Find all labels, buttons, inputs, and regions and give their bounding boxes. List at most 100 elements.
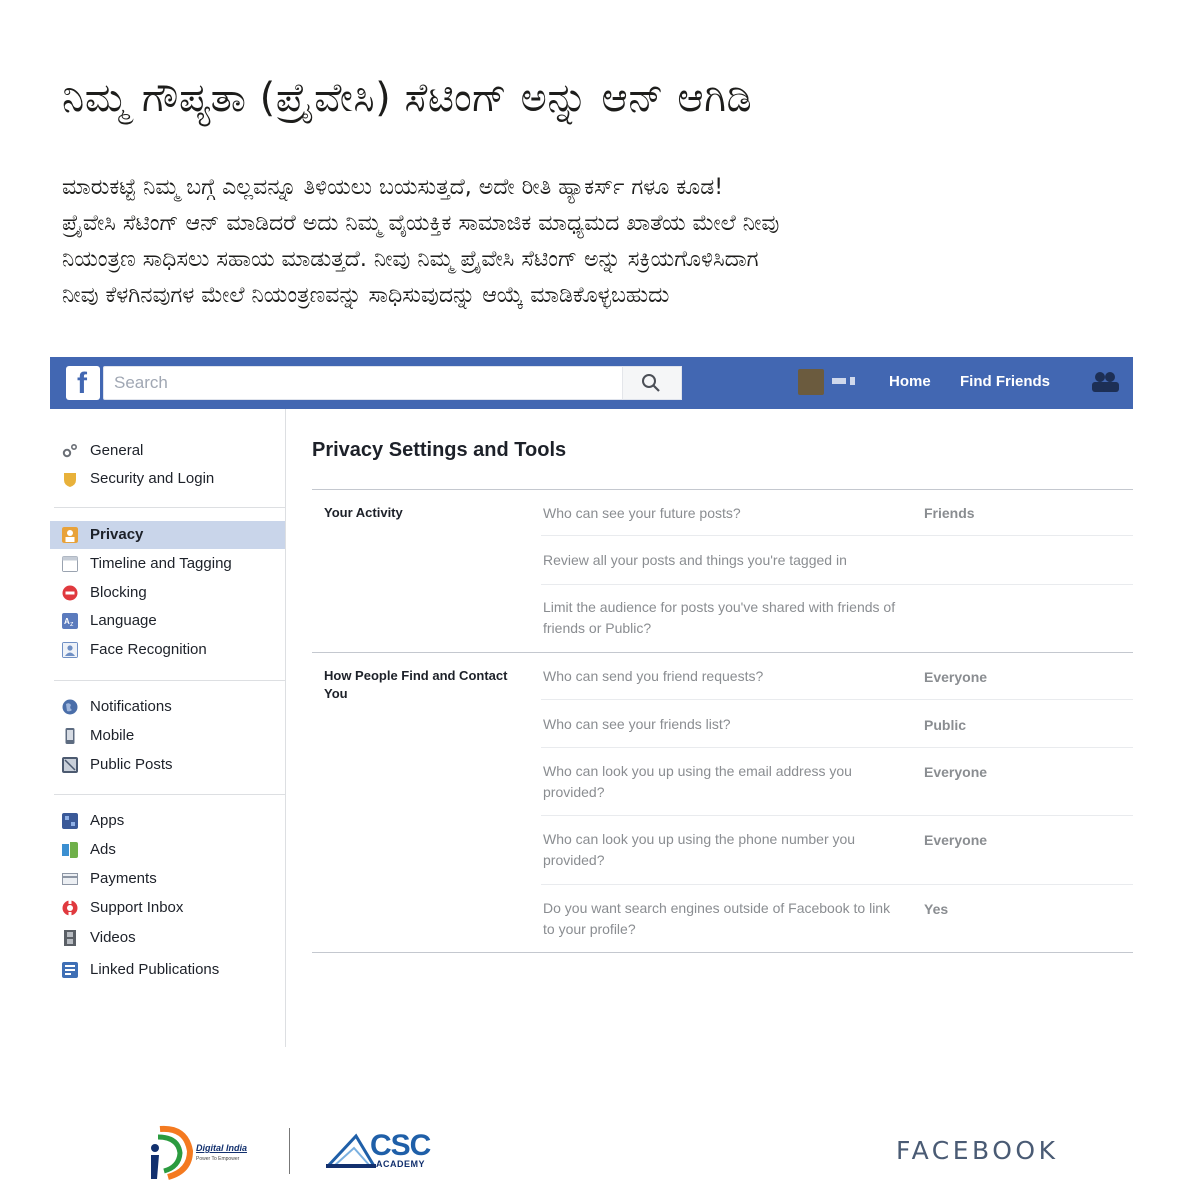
sidebar-item-support-inbox[interactable]: Support Inbox xyxy=(50,894,285,922)
sidebar-item-apps[interactable]: Apps xyxy=(50,807,285,835)
shield-icon xyxy=(64,473,76,487)
setting-value[interactable]: Everyone xyxy=(924,762,987,783)
setting-question[interactable]: Do you want search engines outside of Fa… xyxy=(543,898,898,940)
setting-value[interactable]: Public xyxy=(924,715,966,736)
setting-value[interactable]: Everyone xyxy=(924,667,987,688)
setting-value[interactable]: Yes xyxy=(924,899,948,920)
privacy-settings-panel: Privacy Settings and Tools Your Activity… xyxy=(312,409,1133,1009)
svg-text:z: z xyxy=(70,621,74,628)
mobile-icon xyxy=(65,728,75,744)
facebook-top-bar: f Search Home Find Friends xyxy=(50,357,1133,409)
facebook-logo-letter: f xyxy=(77,367,87,400)
facebook-logo[interactable]: f xyxy=(66,366,100,400)
setting-question[interactable]: Review all your posts and things you're … xyxy=(543,550,898,571)
row-divider xyxy=(541,584,1133,585)
sidebar-item-linked-publications[interactable]: Linked Publications xyxy=(50,956,285,984)
intro-paragraph: ಮಾರುಕಟ್ಟೆ ನಿಮ್ಮ ಬಗ್ಗೆ ಎಲ್ಲವನ್ನೂ ತಿಳಿಯಲು … xyxy=(62,170,1152,314)
digital-india-emblem xyxy=(151,1125,194,1180)
language-icon: A z xyxy=(62,613,78,629)
digital-india-tagline: Power To Empower xyxy=(196,1156,240,1162)
privacy-lock-icon xyxy=(62,527,78,543)
block-icon xyxy=(62,585,78,601)
sidebar-item-public-posts[interactable]: Public Posts xyxy=(50,751,285,779)
sidebar-item-label: Privacy xyxy=(90,526,144,543)
section-divider xyxy=(312,652,1133,653)
globe-icon xyxy=(62,699,78,715)
search-box[interactable]: Search xyxy=(103,366,682,400)
row-divider xyxy=(541,535,1133,536)
intro-line: ನೀವು ಕೆಳಗಿನವುಗಳ ಮೇಲೆ ನಿಯಂತ್ರಣವನ್ನು ಸಾಧಿಸ… xyxy=(62,283,670,308)
nav-find-friends[interactable]: Find Friends xyxy=(960,371,1050,393)
friend-requests-icon[interactable] xyxy=(1090,370,1120,394)
sidebar-item-ads[interactable]: Ads xyxy=(50,836,285,864)
face-recognition-icon xyxy=(62,642,78,658)
setting-question[interactable]: Who can look you up using the phone numb… xyxy=(543,829,898,871)
section-divider xyxy=(312,952,1133,953)
setting-question[interactable]: Who can send you friend requests? xyxy=(543,666,898,687)
apps-icon xyxy=(62,813,78,829)
setting-question[interactable]: Who can see your friends list? xyxy=(543,714,898,735)
csc-emblem xyxy=(326,1133,376,1168)
sidebar-divider xyxy=(54,680,285,681)
setting-question[interactable]: Limit the audience for posts you've shar… xyxy=(543,597,898,639)
sidebar-item-security-and-login[interactable]: Security and Login xyxy=(50,465,285,493)
sidebar-item-timeline-and-tagging[interactable]: Timeline and Tagging xyxy=(50,550,285,578)
sidebar-item-notifications[interactable]: Notifications xyxy=(50,693,285,721)
setting-value[interactable]: Everyone xyxy=(924,830,987,851)
section-title-how-people-find-you: How People Find and Contact You xyxy=(324,668,508,701)
digital-india-name: Digital India xyxy=(196,1143,248,1153)
page-headline: ನಿಮ್ಮ ಗೌಪ್ಯತಾ (ಪ್ರೈವೇಸಿ) ಸೆಟಿಂಗ್ ಅನ್ನು ಆ… xyxy=(62,75,753,121)
sidebar-item-mobile[interactable]: Mobile xyxy=(50,722,285,750)
csc-name: CSC xyxy=(370,1129,431,1162)
sidebar-item-label: General xyxy=(90,442,144,459)
search-button[interactable] xyxy=(622,366,682,400)
sidebar-item-label: Support Inbox xyxy=(90,899,184,916)
sidebar-item-label: Videos xyxy=(90,929,136,946)
sidebar-item-label: Linked Publications xyxy=(90,961,220,978)
search-input[interactable]: Search xyxy=(114,367,168,399)
rss-icon xyxy=(62,757,78,773)
sidebar-item-label: Timeline and Tagging xyxy=(90,555,232,572)
section-divider xyxy=(312,489,1133,490)
digital-india-logo: Digital India Power To Empower xyxy=(146,1121,266,1181)
setting-question[interactable]: Who can look you up using the email addr… xyxy=(543,761,898,803)
sidebar-item-videos[interactable]: Videos xyxy=(50,924,285,952)
lifebuoy-icon xyxy=(62,900,78,916)
sidebar-item-label: Blocking xyxy=(90,584,147,601)
row-divider xyxy=(541,699,1133,700)
sidebar-item-face-recognition[interactable]: Face Recognition xyxy=(50,636,285,664)
sidebar-item-general[interactable]: General xyxy=(50,437,285,465)
csc-academy-logo: CSC ACADEMY xyxy=(326,1130,436,1172)
sidebar-item-label: Apps xyxy=(90,812,125,829)
sidebar-item-language[interactable]: A z Language xyxy=(50,607,285,635)
sidebar-divider xyxy=(54,794,285,795)
sidebar-item-blocking[interactable]: Blocking xyxy=(50,579,285,607)
publication-icon xyxy=(62,962,78,978)
nav-home[interactable]: Home xyxy=(889,371,931,393)
row-divider xyxy=(541,884,1133,885)
footer-divider xyxy=(289,1128,290,1174)
sidebar-item-label: Public Posts xyxy=(90,756,173,773)
setting-value[interactable]: Friends xyxy=(924,503,975,524)
card-icon xyxy=(62,873,78,885)
intro-line: ಪ್ರೈವೇಸಿ ಸೆಟಿಂಗ್ ಆನ್ ಮಾಡಿದರೆ ಅದು ನಿಮ್ಮ ವ… xyxy=(62,211,780,236)
intro-line: ನಿಯಂತ್ರಣ ಸಾಧಿಸಲು ಸಹಾಯ ಮಾಡುತ್ತದೆ. ನೀವು ನಿ… xyxy=(62,247,759,272)
sidebar-item-privacy[interactable]: Privacy xyxy=(50,521,285,549)
sidebar-item-label: Mobile xyxy=(90,727,135,744)
section-title-your-activity: Your Activity xyxy=(324,505,403,520)
setting-question[interactable]: Who can see your future posts? xyxy=(543,503,898,524)
profile-avatar[interactable] xyxy=(798,369,824,395)
gear-icon xyxy=(62,443,78,458)
timeline-icon xyxy=(62,556,78,572)
sidebar-item-payments[interactable]: Payments xyxy=(50,865,285,893)
profile-name-blurred[interactable] xyxy=(832,375,864,389)
sidebar-item-label: Ads xyxy=(90,841,116,858)
sidebar-item-label: Face Recognition xyxy=(90,641,207,658)
sidebar-item-label: Notifications xyxy=(90,698,172,715)
row-divider xyxy=(541,815,1133,816)
facebook-screenshot: f Search Home Find Friends General Secur… xyxy=(50,357,1133,1047)
film-icon xyxy=(64,930,76,946)
ads-icon xyxy=(62,842,78,858)
intro-line: ಮಾರುಕಟ್ಟೆ ನಿಮ್ಮ ಬಗ್ಗೆ ಎಲ್ಲವನ್ನೂ ತಿಳಿಯಲು … xyxy=(62,175,724,200)
sidebar-divider xyxy=(54,507,285,508)
